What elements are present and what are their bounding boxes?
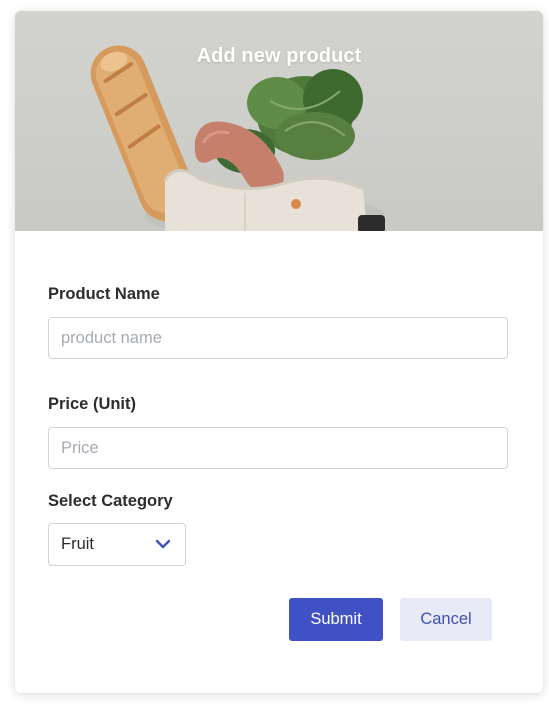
chevron-down-icon <box>155 535 171 554</box>
grocery-bag-illustration <box>90 45 385 231</box>
product-name-label: Product Name <box>48 285 160 303</box>
add-product-card: Add new product Product Name Price (Unit… <box>15 11 543 693</box>
product-name-input[interactable] <box>48 317 508 359</box>
category-select[interactable]: Fruit <box>48 523 186 566</box>
price-input[interactable] <box>48 427 508 469</box>
cancel-button[interactable]: Cancel <box>400 598 492 641</box>
form-title: Add new product <box>196 45 362 67</box>
price-label: Price (Unit) <box>48 395 137 413</box>
submit-button[interactable]: Submit <box>289 598 383 641</box>
category-selected-value: Fruit <box>61 535 94 553</box>
category-label: Select Category <box>48 492 173 510</box>
header-banner-image: Add new product <box>15 11 543 231</box>
